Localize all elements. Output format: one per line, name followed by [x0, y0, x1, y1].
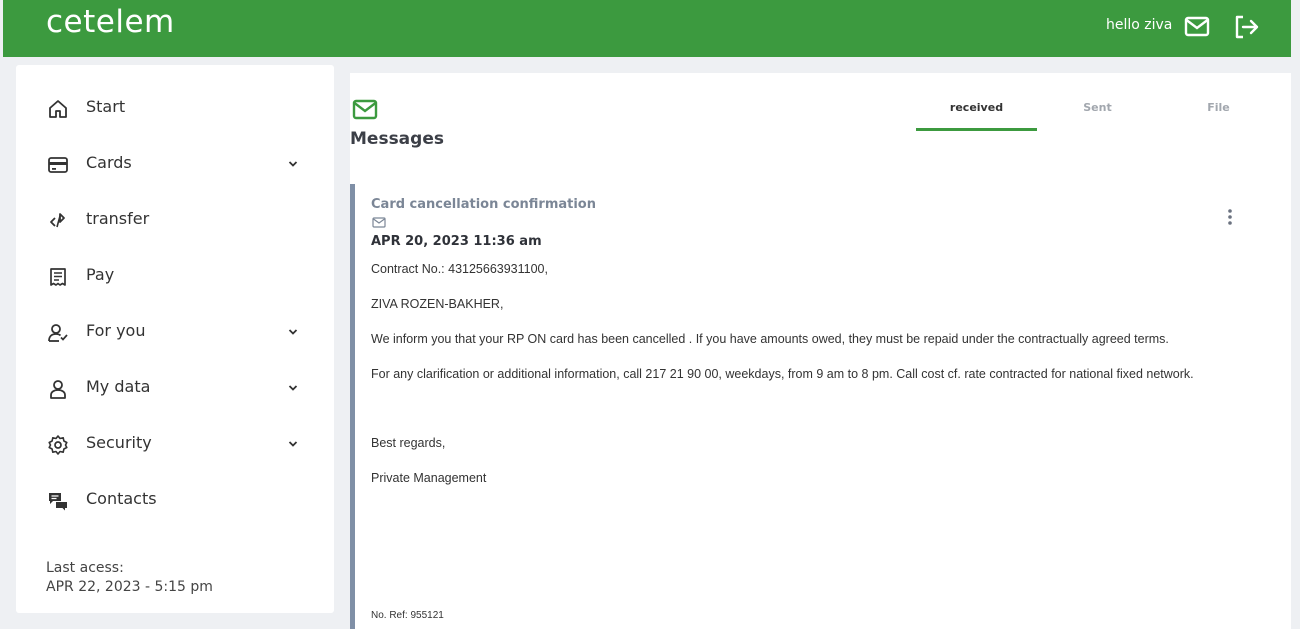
- sidebar: Start Cards transfer Pay For you My data…: [16, 65, 334, 613]
- sidebar-item-label: Cards: [86, 153, 132, 172]
- sidebar-item-start[interactable]: Start: [16, 88, 334, 128]
- top-bar: cetelem hello ziva: [3, 0, 1291, 57]
- receipt-icon: [50, 268, 66, 286]
- mail-icon[interactable]: [1183, 13, 1211, 41]
- sidebar-item-my-data[interactable]: My data: [16, 368, 334, 408]
- tab-received[interactable]: received: [916, 101, 1037, 131]
- sidebar-item-transfer[interactable]: transfer: [16, 200, 334, 240]
- sidebar-item-for-you[interactable]: For you: [16, 312, 334, 352]
- card-icon: [48, 157, 68, 173]
- messages-panel: Messages received Sent File Card cancell…: [350, 73, 1291, 629]
- mail-icon: [352, 99, 378, 120]
- message-body-paragraph: For any clarification or additional info…: [371, 367, 1194, 381]
- message-contract: Contract No.: 43125663931100,: [371, 262, 548, 276]
- chevron-down-icon: [288, 385, 298, 391]
- message-item: Card cancellation confirmation APR 20, 2…: [350, 184, 1291, 629]
- sidebar-item-contacts[interactable]: Contacts: [16, 480, 334, 520]
- sidebar-item-pay[interactable]: Pay: [16, 256, 334, 296]
- gear-icon: [48, 435, 68, 455]
- sidebar-item-label: transfer: [86, 209, 150, 228]
- last-access-value: APR 22, 2023 - 5:15 pm: [46, 579, 213, 595]
- cetelem-logo[interactable]: cetelem: [46, 4, 175, 40]
- message-date: APR 20, 2023 11:36 am: [371, 234, 542, 249]
- message-subject[interactable]: Card cancellation confirmation: [371, 197, 596, 212]
- message-closing: Best regards,: [371, 436, 446, 450]
- sidebar-item-label: Pay: [86, 265, 115, 284]
- message-recipient: ZIVA ROZEN-BAKHER,: [371, 297, 504, 311]
- last-access-label: Last acess:: [46, 560, 124, 576]
- home-icon: [49, 100, 67, 118]
- message-body-paragraph: We inform you that your RP ON card has b…: [371, 332, 1169, 346]
- user-icon: [50, 380, 66, 399]
- sidebar-item-security[interactable]: Security: [16, 424, 334, 464]
- greeting-text: hello ziva: [1106, 17, 1173, 33]
- sidebar-item-label: Security: [86, 433, 152, 452]
- tab-file[interactable]: File: [1158, 101, 1279, 131]
- sidebar-item-cards[interactable]: Cards: [16, 144, 334, 184]
- page-title: Messages: [350, 129, 444, 149]
- logout-icon[interactable]: [1232, 13, 1260, 41]
- user-check-icon: [48, 324, 68, 342]
- chevron-down-icon: [288, 441, 298, 447]
- envelope-icon: [372, 217, 386, 228]
- last-access: Last acess: APR 22, 2023 - 5:15 pm: [46, 559, 213, 597]
- message-reference: No. Ref: 955121: [371, 610, 444, 621]
- sidebar-item-label: Contacts: [86, 489, 157, 508]
- sidebar-item-label: For you: [86, 321, 146, 340]
- tab-sent[interactable]: Sent: [1037, 101, 1158, 131]
- sidebar-item-label: Start: [86, 97, 126, 116]
- sidebar-item-label: My data: [86, 377, 151, 396]
- chevron-down-icon: [288, 329, 298, 335]
- chat-icon: [49, 493, 67, 511]
- message-signature: Private Management: [371, 471, 487, 485]
- transfer-icon: [50, 213, 65, 228]
- more-options-icon[interactable]: [1223, 207, 1237, 229]
- chevron-down-icon: [288, 161, 298, 167]
